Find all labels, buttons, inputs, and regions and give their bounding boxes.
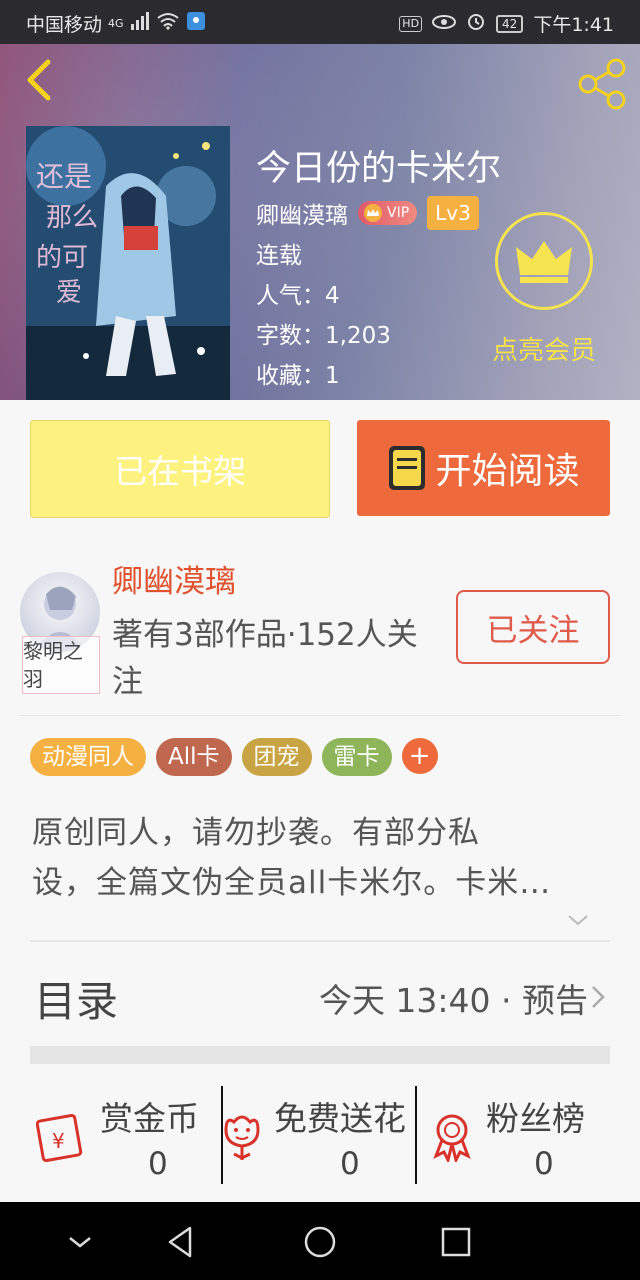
back-arrow-icon [27,59,51,101]
tag-list: 动漫同人 All卡 团宠 雷卡 + [30,738,438,776]
nav-down-button[interactable] [62,1224,98,1260]
book-icon [389,446,426,490]
reward-coins-button[interactable]: ¥ 赏金币 0 [0,1078,222,1202]
send-flower-button[interactable]: 免费送花 0 [224,1078,416,1202]
status-bar: 中国移动 4G HD 42 下午1:41 [0,0,640,44]
member-button[interactable]: 点亮会员 [480,212,608,367]
flower-label: 免费送花 [274,1099,406,1138]
separator [415,1086,417,1184]
crown-icon [516,241,572,283]
member-label: 点亮会员 [491,336,596,366]
member-crown-ring [495,212,593,310]
toc-title: 目录 [34,977,119,1026]
nav-recent-icon [441,1227,471,1257]
fans-ranking-button[interactable]: 粉丝榜 0 [418,1078,640,1202]
latest-chapter: 今天 13:40 · 预告 [318,981,588,1020]
book-description[interactable]: 原创同人，请勿抄袭。有部分私 设，全篇文伪全员all卡米尔。卡米… [32,808,612,908]
share-button[interactable] [574,56,630,112]
svg-text:还是: 还是 [36,160,92,193]
system-nav-bar [0,1202,640,1280]
svg-text:的可: 的可 [36,243,88,273]
svg-text:那么: 那么 [46,203,98,233]
flower-count: 0 [340,1146,360,1182]
hotspot-icon [186,11,206,36]
hd-badge: HD [399,15,423,32]
divider [30,940,610,942]
chevron-right-icon [590,984,606,1010]
tag-item[interactable]: 雷卡 [321,738,392,776]
signal-icon [130,12,150,35]
battery-indicator: 42 [496,14,524,33]
start-reading-label: 开始阅读 [435,451,580,492]
fans-count: 0 [534,1146,554,1182]
flower-icon [224,1115,260,1160]
alarm-icon [466,11,486,36]
ribbon-award-icon [433,1114,471,1162]
reward-label: 赏金币 [100,1099,199,1138]
vip-crown-icon [364,204,382,222]
author-card: 黎明之羽 卿幽漠璃 著有3部作品·152人关注 已关注 [0,546,640,716]
vip-label: VIP [387,205,410,221]
reward-envelope-icon: ¥ [36,1113,83,1162]
share-icon [578,58,626,110]
svg-text:¥: ¥ [52,1129,65,1153]
vip-badge: VIP [358,201,418,225]
eye-icon [432,13,457,35]
description-line: 原创同人，请勿抄袭。有部分私 [32,815,480,851]
nav-recent-button[interactable] [438,1224,474,1260]
nav-back-icon [168,1226,192,1258]
nav-home-button[interactable] [302,1224,338,1260]
serial-status: 连载 [256,243,302,269]
carrier-label: 中国移动 [26,14,103,36]
nav-back-button[interactable] [164,1224,200,1260]
expand-description-button[interactable] [566,910,590,930]
author-stats: 著有3部作品·152人关注 [112,617,418,700]
divider [20,715,620,716]
tag-item[interactable]: 团宠 [241,738,312,776]
start-reading-button[interactable]: 开始阅读 [357,420,610,516]
chevron-down-icon [568,915,588,926]
section-divider [30,1046,610,1064]
add-tag-button[interactable]: + [401,738,438,774]
follow-button[interactable]: 已关注 [456,590,610,664]
tag-item[interactable]: All卡 [156,738,232,776]
author-line: 卿幽漠璃 VIP Lv3 [256,196,479,230]
svg-text:爱: 爱 [56,278,82,308]
word-count: 字数：1,203 [256,323,391,349]
network-type: 4G [108,17,124,30]
nav-home-icon [304,1226,336,1258]
book-cover[interactable]: 还是 那么 的可 爱 [26,126,230,400]
book-header: 还是 那么 的可 爱 今日份的卡米尔 卿幽漠璃 VIP Lv3 连载 人气：4 … [0,44,640,400]
reward-count: 0 [148,1146,168,1182]
tag-item[interactable]: 动漫同人 [30,738,146,776]
favorites-count: 收藏：1 [256,363,340,389]
bottom-action-bar: ¥ 赏金币 0 免费送花 0 粉丝榜 0 [0,1078,640,1202]
author-name[interactable]: 卿幽漠璃 [112,556,236,601]
clock: 下午1:41 [533,14,614,36]
description-line: 设，全篇文伪全员all卡米尔。卡米… [32,865,552,901]
action-bar: 已在书架 开始阅读 [0,400,640,546]
nav-down-icon [69,1237,91,1248]
table-of-contents-row[interactable]: 目录 今天 13:40 · 预告 [0,950,640,1045]
back-button[interactable] [22,56,62,104]
wifi-icon [156,12,180,35]
book-author[interactable]: 卿幽漠璃 [256,196,348,230]
avatar-caption: 黎明之羽 [22,636,100,694]
on-shelf-button[interactable]: 已在书架 [30,420,330,518]
popularity: 人气：4 [256,283,340,309]
level-badge: Lv3 [427,196,479,230]
cover-illustration: 还是 那么 的可 爱 [26,126,230,400]
book-title: 今日份的卡米尔 [256,149,502,189]
fans-label: 粉丝榜 [486,1099,585,1138]
